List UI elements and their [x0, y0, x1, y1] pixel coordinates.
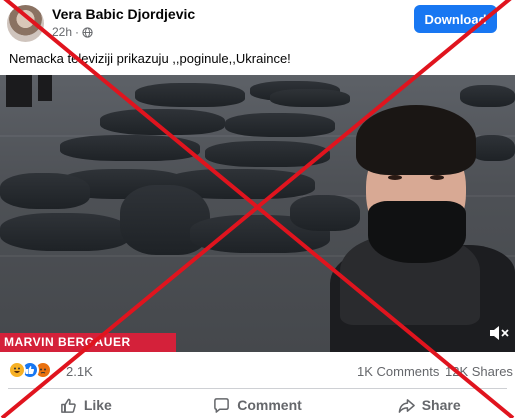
share-button[interactable]: Share	[343, 392, 515, 418]
reaction-count[interactable]: 2.1K	[66, 364, 93, 379]
post-caption: Nemacka televiziji prikazuju ,,poginule,…	[9, 51, 291, 66]
globe-icon	[82, 26, 93, 38]
lower-third-name: MARVIN BERGAUER	[0, 333, 176, 352]
post-meta: 22h ·	[52, 25, 93, 39]
body-bag	[225, 113, 335, 137]
body-bag	[460, 85, 515, 107]
post-time[interactable]: 22h	[52, 25, 72, 39]
body-bag	[0, 173, 90, 209]
haha-icon	[8, 361, 26, 379]
share-icon	[398, 398, 415, 413]
reporter-eye	[430, 175, 444, 180]
share-label: Share	[421, 397, 461, 413]
body-bag	[135, 83, 245, 107]
facebook-post: Vera Babic Djordjevic 22h · Download Nem…	[0, 0, 515, 418]
body-bag	[60, 135, 200, 161]
comment-label: Comment	[237, 397, 302, 413]
comment-button[interactable]: Comment	[172, 392, 344, 418]
reporter-mask	[368, 201, 466, 263]
comment-icon	[214, 397, 230, 413]
author-name[interactable]: Vera Babic Djordjevic	[52, 6, 195, 22]
avatar[interactable]	[7, 5, 44, 42]
body-bag	[100, 109, 225, 135]
thumbs-up-icon	[60, 398, 76, 413]
meta-separator: ·	[75, 25, 80, 39]
download-button[interactable]: Download	[414, 5, 497, 33]
reaction-icons[interactable]	[8, 361, 52, 379]
body-bag	[205, 141, 330, 167]
comments-count[interactable]: 1K Comments	[357, 364, 439, 379]
post-actions: Like Comment Share	[0, 392, 515, 418]
post-stats: 2.1K 1K Comments 12K Shares	[0, 357, 515, 385]
reporter	[330, 105, 515, 352]
like-label: Like	[83, 397, 112, 413]
shares-count[interactable]: 12K Shares	[445, 364, 513, 379]
reporter-eye	[388, 175, 402, 180]
like-button[interactable]: Like	[0, 392, 172, 418]
speaker-muted-icon[interactable]	[488, 323, 510, 343]
video-player[interactable]: MARVIN BERGAUER	[0, 75, 515, 352]
body-bag	[0, 213, 130, 251]
background-figure	[38, 75, 52, 101]
background-figure	[6, 75, 32, 107]
post-header: Vera Babic Djordjevic 22h · Download	[0, 0, 515, 44]
reporter-hair	[356, 105, 476, 175]
divider	[8, 388, 507, 389]
